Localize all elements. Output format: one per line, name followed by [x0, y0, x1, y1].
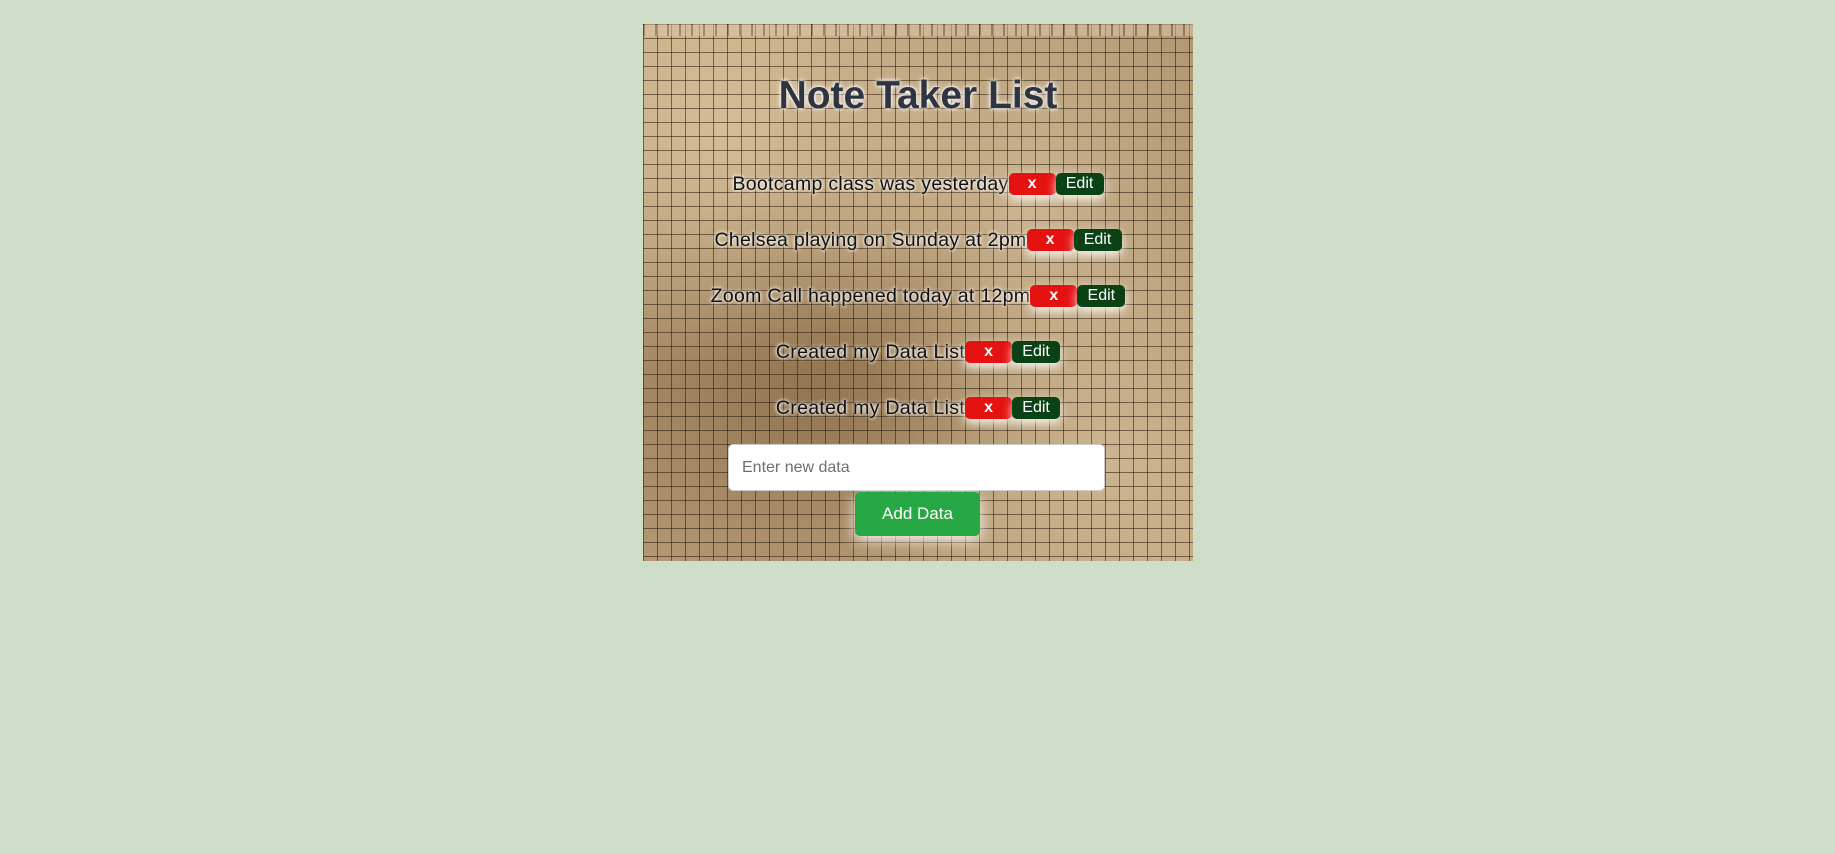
edit-note-button[interactable]: Edit: [1012, 397, 1061, 419]
list-item: Zoom Call happened today at 12pm x Edit: [643, 282, 1193, 338]
note-text: Bootcamp class was yesterday: [732, 173, 1009, 195]
delete-note-button[interactable]: x: [965, 397, 1013, 419]
notes-list: Bootcamp class was yesterday x Edit Chel…: [643, 170, 1193, 450]
delete-note-button[interactable]: x: [965, 341, 1013, 363]
note-text: Chelsea playing on Sunday at 2pm: [714, 229, 1027, 251]
note-text: Zoom Call happened today at 12pm: [710, 285, 1031, 307]
list-item: Created my Data List x Edit: [643, 338, 1193, 394]
note-board: Note Taker List Bootcamp class was yeste…: [643, 24, 1193, 561]
list-item: Bootcamp class was yesterday x Edit: [643, 170, 1193, 226]
edit-note-button[interactable]: Edit: [1055, 173, 1104, 195]
page-title: Note Taker List: [778, 74, 1058, 117]
edit-note-button[interactable]: Edit: [1073, 229, 1122, 251]
add-data-button[interactable]: Add Data: [855, 492, 980, 536]
delete-note-button[interactable]: x: [1026, 229, 1074, 251]
new-data-input[interactable]: [728, 444, 1105, 491]
edit-note-button[interactable]: Edit: [1012, 341, 1061, 363]
list-item: Chelsea playing on Sunday at 2pm x Edit: [643, 226, 1193, 282]
note-text: Created my Data List: [775, 397, 966, 419]
delete-note-button[interactable]: x: [1008, 173, 1056, 195]
ruler-strip: [643, 24, 1193, 36]
delete-note-button[interactable]: x: [1030, 285, 1078, 307]
note-text: Created my Data List: [775, 341, 966, 363]
edit-note-button[interactable]: Edit: [1077, 285, 1126, 307]
list-item: Created my Data List x Edit: [643, 394, 1193, 450]
